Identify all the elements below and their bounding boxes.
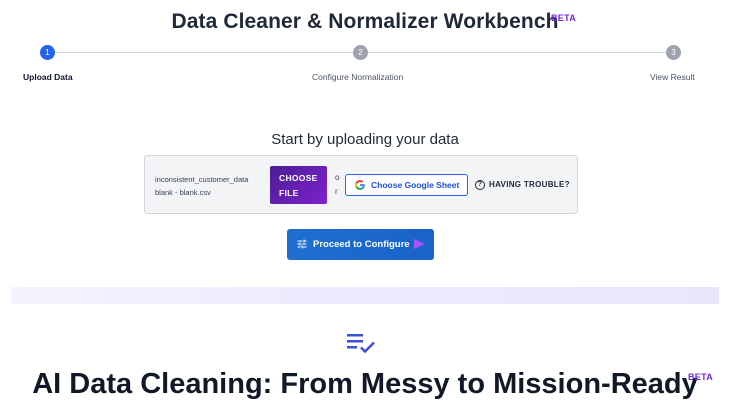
having-trouble-label: HAVING TROUBLE? — [489, 180, 570, 189]
progress-stepper: 1 2 3 Upload Data Configure Normalizatio… — [0, 45, 730, 85]
choose-google-sheet-button[interactable]: Choose Google Sheet — [345, 174, 468, 196]
upload-panel: inconsistent_customer_data blank - blank… — [144, 155, 578, 214]
having-trouble-link[interactable]: ? HAVING TROUBLE? — [475, 179, 570, 191]
section-divider — [11, 287, 719, 304]
or-separator-line-1: o — [335, 173, 340, 182]
file-name-line-2: blank - blank.csv — [155, 188, 211, 197]
step-1-label: Upload Data — [23, 72, 73, 82]
choose-file-label-line-1: CHOOSE — [279, 173, 318, 183]
step-2-indicator[interactable]: 2 — [353, 45, 368, 60]
step-3-indicator[interactable]: 3 — [666, 45, 681, 60]
selected-file-name: inconsistent_customer_data blank - blank… — [155, 173, 265, 199]
choose-file-button[interactable]: CHOOSE FILE — [270, 166, 327, 204]
google-sheet-label: Choose Google Sheet — [371, 180, 460, 190]
page-title: Data Cleaner & Normalizer Workbench — [171, 10, 559, 33]
step-2-label: Configure Normalization — [312, 72, 404, 82]
header: Data Cleaner & Normalizer Workbench — [0, 10, 730, 34]
proceed-label: Proceed to Configure — [313, 239, 410, 250]
help-circle-icon: ? — [475, 180, 485, 190]
proceed-to-configure-button[interactable]: Proceed to Configure — [287, 229, 434, 260]
beta-badge: BETA — [551, 13, 577, 23]
upload-heading: Start by uploading your data — [271, 131, 459, 148]
list-check-icon — [347, 334, 375, 354]
step-3-label: View Result — [650, 72, 695, 82]
file-name-line-1: inconsistent_customer_data — [155, 175, 249, 184]
or-separator-line-2: r — [335, 187, 338, 196]
hero-title: AI Data Cleaning: From Messy to Mission-… — [32, 368, 698, 400]
step-connector-2 — [368, 52, 666, 53]
choose-file-label-line-2: FILE — [279, 188, 299, 198]
hero-beta-badge: BETA — [688, 372, 714, 382]
google-g-icon — [355, 180, 365, 190]
step-1-indicator[interactable]: 1 — [40, 45, 55, 60]
or-separator: o r — [335, 171, 341, 199]
arrow-right-icon — [414, 239, 425, 249]
tune-sliders-icon — [297, 239, 307, 249]
step-connector-1 — [55, 52, 353, 53]
